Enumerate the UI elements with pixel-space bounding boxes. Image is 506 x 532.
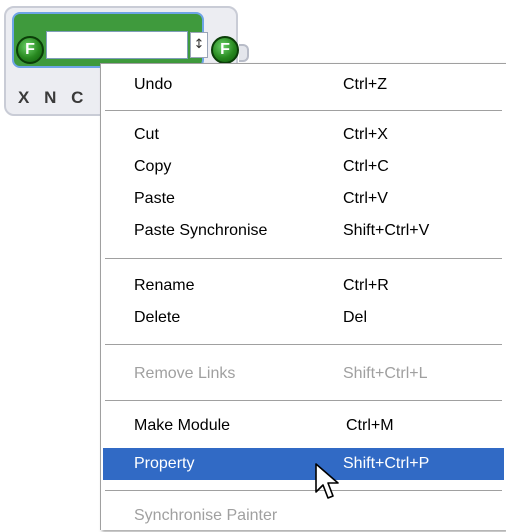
menu-item-paste[interactable]: Paste Ctrl+V xyxy=(103,183,504,215)
menu-item-label: Property xyxy=(134,455,195,472)
menu-item-remove-links: Remove Links Shift+Ctrl+L xyxy=(103,358,504,390)
toolbar-close-button[interactable]: X xyxy=(18,88,31,107)
menu-item-label: Delete xyxy=(134,309,181,326)
menu-item-shortcut: Ctrl+X xyxy=(343,126,388,143)
menu-item-label: Synchronise Painter xyxy=(134,507,278,524)
port-f-icon[interactable]: F xyxy=(16,36,44,64)
menu-item-cut[interactable]: Cut Ctrl+X xyxy=(103,119,504,151)
menu-item-shortcut: Ctrl+Z xyxy=(343,76,387,93)
menu-item-property[interactable]: Property Shift+Ctrl+P xyxy=(103,448,504,480)
menu-item-label: Undo xyxy=(134,76,173,93)
module-toolbar: X N C xyxy=(18,88,91,108)
menu-item-paste-synchronise[interactable]: Paste Synchronise Shift+Ctrl+V xyxy=(103,215,504,247)
menu-item-undo[interactable]: Undo Ctrl+Z xyxy=(103,69,504,101)
menu-item-shortcut: Del xyxy=(343,309,368,326)
menu-item-shortcut: Shift+Ctrl+V xyxy=(343,222,430,239)
port-f-icon[interactable]: F xyxy=(211,36,239,64)
menu-separator xyxy=(105,490,502,491)
menu-item-label: Copy xyxy=(134,158,172,175)
menu-separator xyxy=(105,344,502,345)
menu-item-make-module[interactable]: Make Module Ctrl+M xyxy=(103,410,504,442)
menu-item-shortcut: Shift+Ctrl+P xyxy=(343,455,430,472)
menu-item-label: Paste Synchronise xyxy=(134,222,268,239)
menu-item-shortcut: Shift+Ctrl+L xyxy=(343,365,428,382)
spin-arrows-icon[interactable]: ↕ xyxy=(190,32,208,58)
arrow-cursor-icon xyxy=(315,463,339,499)
menu-item-label: Rename xyxy=(134,277,195,294)
menu-item-rename[interactable]: Rename Ctrl+R xyxy=(103,270,504,302)
menu-separator xyxy=(105,258,502,259)
toolbar-n-button[interactable]: N xyxy=(44,88,58,107)
menu-item-label: Make Module xyxy=(134,417,231,434)
menu-item-label: Remove Links xyxy=(134,365,236,382)
context-menu: Undo Ctrl+Z Cut Ctrl+X Copy Ctrl+C Paste… xyxy=(100,63,506,530)
menu-item-copy[interactable]: Copy Ctrl+C xyxy=(103,151,504,183)
menu-separator xyxy=(105,400,502,401)
menu-item-shortcut: Ctrl+C xyxy=(343,158,389,175)
module-name-input[interactable] xyxy=(46,31,188,59)
toolbar-c-button[interactable]: C xyxy=(71,88,85,107)
menu-item-synchronise-painter: Synchronise Painter xyxy=(103,500,504,532)
menu-item-shortcut: Ctrl+R xyxy=(343,277,389,294)
menu-item-delete[interactable]: Delete Del xyxy=(103,302,504,334)
menu-separator xyxy=(105,110,502,111)
menu-item-shortcut: Ctrl+M xyxy=(346,417,394,434)
menu-item-label: Cut xyxy=(134,126,159,143)
menu-item-shortcut: Ctrl+V xyxy=(343,190,388,207)
port-stub xyxy=(239,44,249,62)
menu-item-label: Paste xyxy=(134,190,175,207)
